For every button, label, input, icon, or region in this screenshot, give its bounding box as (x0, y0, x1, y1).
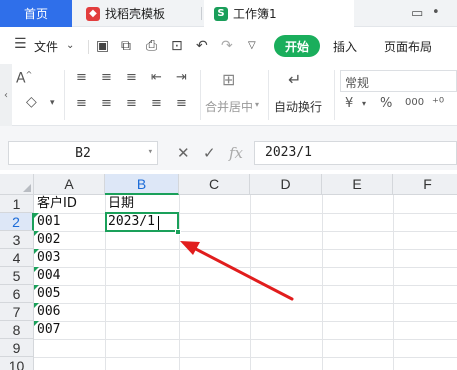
align-top-icon[interactable]: ≡ (76, 70, 87, 85)
ribbon-toolbar: ‹ A^ ◇ ▾ ≡ ≡ ≡ ⇤ ⇥ ≡ ≡ ≡ ≡ ≡ ⊞ 合并居中 ▾ ↵ … (0, 64, 457, 126)
cancel-edit-icon[interactable]: ✕ (177, 144, 190, 162)
tab-home-label: 首页 (23, 7, 48, 21)
monitor-icon[interactable]: ▭ (411, 6, 423, 21)
spreadsheet-grid[interactable]: A B C D E F 1 2 3 4 5 6 7 8 9 10 客户ID 日期… (0, 174, 457, 370)
tab-divider (201, 7, 202, 20)
ribbon-divider (334, 70, 335, 120)
merge-cells-icon[interactable]: ⊞ (222, 70, 235, 89)
chevron-down-icon[interactable]: ⌄ (66, 40, 74, 51)
currency-icon[interactable]: ¥ (345, 96, 353, 111)
hamburger-menu-icon[interactable]: ☰ (14, 36, 27, 52)
decimal-increase-icon[interactable]: ⁺⁰ (432, 96, 444, 111)
spreadsheet-logo-icon: S (214, 6, 228, 21)
name-box-dropdown-icon[interactable]: ▾ (148, 147, 153, 157)
tab-workbook-label: 工作簿1 (233, 7, 277, 21)
tab-bar: 首页 ◆ 找稻壳模板 S 工作簿1 ▭ • (0, 0, 457, 27)
clear-dropdown-icon[interactable]: ▾ (50, 98, 55, 108)
number-format-select[interactable]: 常规 (340, 70, 457, 92)
indent-decrease-icon[interactable]: ⇤ (151, 70, 162, 85)
ribbon-divider (200, 70, 201, 120)
confirm-edit-icon[interactable]: ✓ (203, 144, 216, 162)
align-left-icon[interactable]: ≡ (76, 96, 87, 111)
spreadsheet-app: 首页 ◆ 找稻壳模板 S 工作簿1 ▭ • ☰ 文件 ⌄ ▣ ⧉ ⎙ ⊡ ↶ ↷… (0, 0, 457, 370)
name-box[interactable]: B2 ▾ (8, 141, 158, 165)
tab-workbook[interactable]: S 工作簿1 (204, 0, 354, 27)
wrap-text-button[interactable]: 自动换行 (274, 98, 322, 115)
start-tab-button[interactable]: 开始 (274, 35, 320, 57)
align-center-icon[interactable]: ≡ (101, 96, 112, 111)
align-bottom-icon[interactable]: ≡ (126, 70, 137, 85)
currency-dropdown-icon[interactable]: ▾ (362, 99, 366, 108)
ribbon-divider (268, 70, 269, 120)
distributed-align-icon[interactable]: ≡ (176, 96, 187, 111)
undo-icon[interactable]: ↶ (196, 38, 208, 54)
export-icon[interactable]: ⧉ (121, 38, 131, 54)
merge-center-button[interactable]: 合并居中 (205, 98, 253, 115)
print-preview-icon[interactable]: ⊡ (171, 38, 183, 54)
percent-icon[interactable]: % (380, 96, 392, 111)
menu-divider (88, 40, 89, 54)
font-size-increase-icon[interactable]: A^ (16, 70, 32, 87)
tab-templates[interactable]: ◆ 找稻壳模板 (76, 0, 200, 27)
page-layout-tab[interactable]: 页面布局 (384, 38, 432, 55)
clear-format-icon[interactable]: ◇ (26, 94, 37, 110)
wrap-text-icon[interactable]: ↵ (288, 70, 301, 89)
merge-dropdown-icon[interactable]: ▾ (255, 100, 259, 109)
tab-templates-label: 找稻壳模板 (105, 7, 166, 21)
redo-icon[interactable]: ↷ (221, 38, 233, 54)
ribbon-collapse-handle[interactable]: ‹ (0, 64, 12, 126)
quick-access-dropdown-icon[interactable]: ▽ (248, 40, 256, 51)
justify-icon[interactable]: ≡ (151, 96, 162, 111)
ribbon-divider (64, 70, 65, 120)
docer-logo-icon: ◆ (86, 6, 100, 21)
text-direction-icon[interactable]: ⇥ (176, 70, 187, 85)
insert-tab[interactable]: 插入 (333, 38, 357, 55)
save-icon[interactable]: ▣ (96, 38, 109, 54)
thousands-separator-icon[interactable]: 000 (405, 97, 424, 108)
tab-home[interactable]: 首页 (0, 0, 72, 27)
dot-icon[interactable]: • (432, 5, 440, 20)
annotation-arrow (180, 241, 294, 301)
formula-input[interactable]: 2023/1 (254, 141, 457, 165)
annotation-arrow-shaft (188, 244, 294, 301)
insert-function-icon[interactable]: fx (229, 144, 243, 162)
align-right-icon[interactable]: ≡ (126, 96, 137, 111)
name-box-value: B2 (75, 145, 91, 161)
file-menu[interactable]: 文件 (34, 38, 58, 55)
print-icon[interactable]: ⎙ (146, 38, 157, 54)
align-middle-icon[interactable]: ≡ (101, 70, 112, 85)
menu-bar: ☰ 文件 ⌄ ▣ ⧉ ⎙ ⊡ ↶ ↷ ▽ 开始 插入 页面布局 (0, 28, 457, 64)
